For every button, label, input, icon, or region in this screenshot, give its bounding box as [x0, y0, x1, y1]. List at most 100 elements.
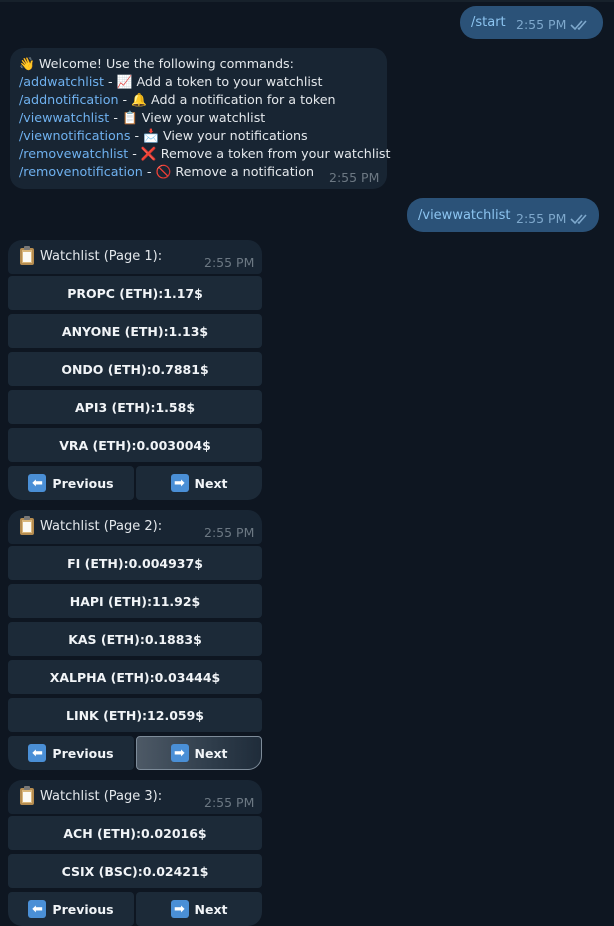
clipboard-icon: [20, 246, 34, 265]
next-label: Next: [194, 745, 228, 761]
right-arrow-icon: ➡: [170, 900, 189, 918]
start-command-text: /start: [471, 15, 506, 30]
watchlist-header: Watchlist (Page 3): 2:55 PM: [8, 780, 262, 814]
previous-button[interactable]: ⬅ Previous: [8, 892, 134, 926]
envelope-icon: 📩: [143, 128, 159, 143]
double-check-icon: [570, 213, 587, 224]
token-button[interactable]: ONDO (ETH):0.7881$: [8, 352, 262, 386]
next-button[interactable]: ➡ Next: [136, 466, 262, 500]
command-line: /removewatchlist - ❌ Remove a token from…: [19, 146, 391, 162]
separator: -: [109, 110, 122, 125]
token-button[interactable]: VRA (ETH):0.003004$: [8, 428, 262, 462]
command-link[interactable]: /addwatchlist: [19, 74, 104, 89]
right-arrow-icon: ➡: [170, 474, 189, 492]
token-button[interactable]: FI (ETH):0.004937$: [8, 546, 262, 580]
clipboard-icon: [20, 516, 34, 535]
double-check-icon: [570, 19, 587, 30]
watchlist-header: Watchlist (Page 2): 2:55 PM: [8, 510, 262, 544]
token-label: VRA (ETH):0.003004$: [59, 437, 211, 453]
token-label: XALPHA (ETH):0.03444$: [49, 669, 221, 685]
command-line: /addnotification - 🔔 Add a notification …: [19, 92, 336, 108]
token-button[interactable]: LINK (ETH):12.059$: [8, 698, 262, 732]
command-line: /removenotification - 🚫 Remove a notific…: [19, 164, 314, 180]
token-button[interactable]: ACH (ETH):0.02016$: [8, 816, 262, 850]
message-time: 2:55 PM: [204, 255, 255, 270]
previous-label: Previous: [52, 901, 114, 917]
outgoing-message-viewwatchlist[interactable]: /viewwatchlist 2:55 PM: [407, 198, 599, 232]
command-link[interactable]: /removenotification: [19, 164, 143, 179]
watchlist-title-text: Watchlist (Page 3):: [40, 789, 163, 804]
message-meta: 2:55 PM: [516, 211, 590, 226]
message-time: 2:55 PM: [516, 211, 567, 226]
previous-label: Previous: [52, 745, 114, 761]
left-arrow-icon: ⬅: [28, 474, 47, 492]
prohibited-icon: 🚫: [155, 164, 172, 179]
command-description: View your notifications: [162, 128, 308, 143]
command-line: /viewwatchlist - 📋 View your watchlist: [19, 110, 265, 126]
command-description: Add a token to your watchlist: [136, 74, 323, 89]
separator: -: [118, 92, 132, 107]
separator: -: [142, 164, 156, 179]
token-label: LINK (ETH):12.059$: [65, 707, 204, 723]
token-label: ACH (ETH):0.02016$: [63, 825, 207, 841]
message-time: 2:55 PM: [329, 170, 380, 185]
welcome-intro-text: Welcome! Use the following commands:: [38, 56, 294, 71]
command-link[interactable]: /addnotification: [19, 92, 119, 107]
command-description: Remove a notification: [175, 164, 315, 179]
token-label: KAS (ETH):0.1883$: [68, 631, 202, 647]
token-button[interactable]: CSIX (BSC):0.02421$: [8, 854, 262, 888]
message-time: 2:55 PM: [204, 525, 255, 540]
welcome-intro-line: 👋 Welcome! Use the following commands:: [19, 56, 294, 72]
command-description: Add a notification for a token: [151, 92, 336, 107]
token-label: ANYONE (ETH):1.13$: [61, 323, 209, 339]
separator: -: [128, 146, 141, 161]
left-arrow-icon: ⬅: [28, 744, 47, 762]
previous-button[interactable]: ⬅ Previous: [8, 736, 134, 770]
next-label: Next: [194, 901, 228, 917]
waving-hand-icon: 👋: [19, 56, 35, 71]
message-time: 2:55 PM: [516, 17, 567, 32]
command-description: View your watchlist: [141, 110, 266, 125]
watchlist-title: Watchlist (Page 3):: [20, 786, 163, 805]
command-link[interactable]: /viewwatchlist: [19, 110, 109, 125]
previous-label: Previous: [52, 475, 114, 491]
cross-mark-icon: ❌: [140, 146, 157, 161]
token-button[interactable]: PROPC (ETH):1.17$: [8, 276, 262, 310]
token-label: PROPC (ETH):1.17$: [67, 285, 203, 301]
right-arrow-icon: ➡: [170, 744, 189, 762]
token-button[interactable]: ANYONE (ETH):1.13$: [8, 314, 262, 348]
token-label: ONDO (ETH):0.7881$: [61, 361, 209, 377]
token-button[interactable]: KAS (ETH):0.1883$: [8, 622, 262, 656]
welcome-message: 👋 Welcome! Use the following commands: 2…: [10, 48, 391, 189]
token-button[interactable]: XALPHA (ETH):0.03444$: [8, 660, 262, 694]
watchlist-title: Watchlist (Page 2):: [20, 516, 163, 535]
token-button[interactable]: API3 (ETH):1.58$: [8, 390, 262, 424]
separator: -: [103, 74, 117, 89]
outgoing-message-start[interactable]: /start 2:55 PM: [460, 6, 603, 39]
watchlist-title-text: Watchlist (Page 1):: [40, 249, 163, 264]
top-divider: [0, 0, 614, 2]
next-label: Next: [194, 475, 228, 491]
command-link[interactable]: /viewnotifications: [19, 128, 130, 143]
watchlist-header: Watchlist (Page 1): 2:55 PM: [8, 240, 262, 274]
clipboard-icon: 📋: [121, 110, 138, 125]
previous-button[interactable]: ⬅ Previous: [8, 466, 134, 500]
command-link[interactable]: /removewatchlist: [19, 146, 128, 161]
clipboard-icon: [20, 786, 34, 805]
next-button[interactable]: ➡ Next: [136, 892, 262, 926]
token-button[interactable]: HAPI (ETH):11.92$: [8, 584, 262, 618]
command-line: /addwatchlist - 📈 Add a token to your wa…: [19, 74, 322, 90]
watchlist-title-text: Watchlist (Page 2):: [40, 519, 163, 534]
message-meta: 2:55 PM: [516, 17, 590, 32]
token-label: API3 (ETH):1.58$: [74, 399, 196, 415]
message-time: 2:55 PM: [204, 795, 255, 810]
separator: -: [130, 128, 144, 143]
token-label: HAPI (ETH):11.92$: [69, 593, 201, 609]
viewwatchlist-command-text: /viewwatchlist: [418, 208, 511, 223]
command-description: Remove a token from your watchlist: [160, 146, 391, 161]
command-line: /viewnotifications - 📩 View your notific…: [19, 128, 308, 144]
token-label: CSIX (BSC):0.02421$: [61, 863, 209, 879]
next-button[interactable]: ➡ Next: [136, 736, 262, 770]
left-arrow-icon: ⬅: [28, 900, 47, 918]
token-label: FI (ETH):0.004937$: [67, 555, 203, 571]
